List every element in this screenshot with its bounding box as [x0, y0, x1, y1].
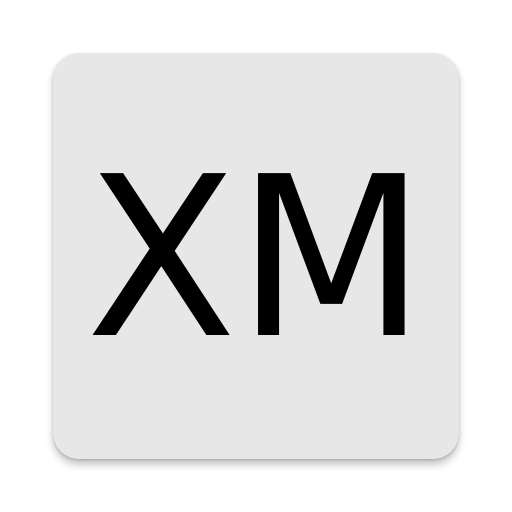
icon-canvas: XM	[0, 0, 512, 512]
app-icon[interactable]: XM	[53, 53, 459, 459]
monogram-text: XM	[86, 130, 426, 388]
monogram-graphic: XM	[86, 130, 426, 388]
